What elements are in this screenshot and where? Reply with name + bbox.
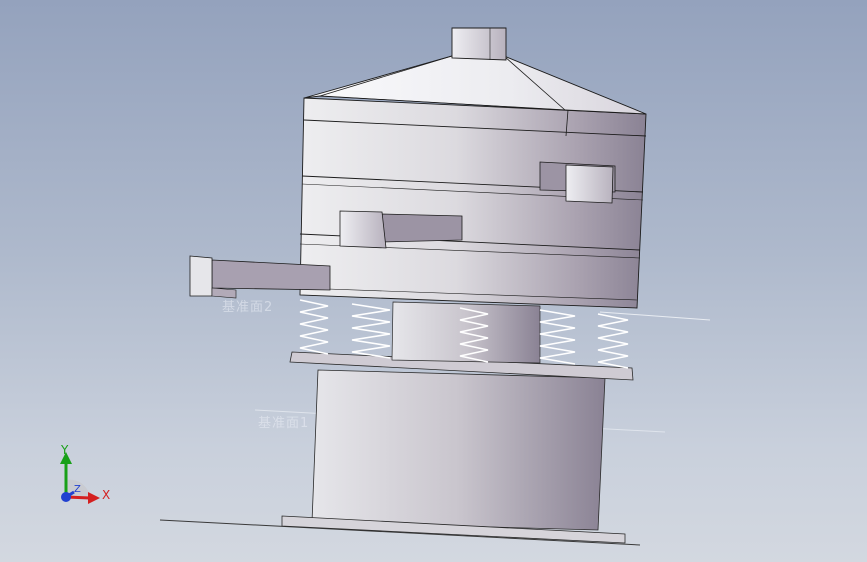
x-axis-label: X	[102, 488, 111, 502]
z-axis-label: Z	[74, 484, 81, 495]
view-triad[interactable]: Y X Z	[50, 440, 120, 510]
feed-inlet[interactable]	[451, 27, 507, 61]
base-cylinder[interactable]	[281, 369, 626, 544]
upper-sieve-body[interactable]	[299, 97, 647, 309]
reference-plane-label: 基准面2	[222, 300, 274, 315]
reference-plane-label: 基准面1	[258, 416, 310, 431]
3d-model-sieve[interactable]	[0, 0, 867, 562]
spring	[539, 309, 576, 365]
graphics-viewport[interactable]: 基准面2 基准面1 Y X Z	[0, 0, 867, 562]
reference-plane-edge	[599, 311, 711, 321]
y-axis-label: Y	[61, 443, 69, 457]
spring	[597, 313, 629, 369]
spring	[299, 299, 329, 355]
spring	[351, 303, 391, 359]
